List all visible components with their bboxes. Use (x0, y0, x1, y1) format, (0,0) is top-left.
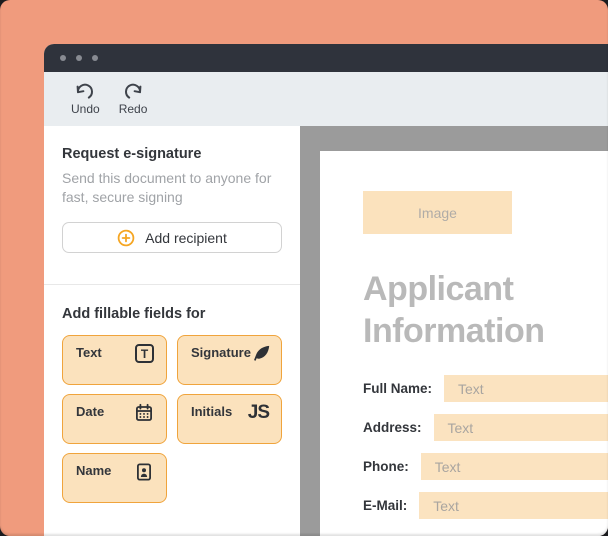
sidebar-description: Send this document to anyone for fast, s… (62, 169, 282, 207)
input-placeholder: Text (435, 459, 461, 475)
sidebar-title: Request e-signature (62, 146, 282, 162)
input-placeholder: Text (448, 420, 474, 436)
fillable-field-grid: Text T Signature Date (62, 335, 282, 503)
field-button-label: Date (76, 404, 104, 419)
input-placeholder: Text (458, 381, 484, 397)
phone-input[interactable]: Text (421, 453, 608, 480)
full-name-input[interactable]: Text (444, 375, 608, 402)
field-button-label: Signature (191, 345, 251, 360)
window-control-dot[interactable] (92, 55, 98, 61)
field-button-label: Initials (191, 404, 232, 419)
feather-icon (251, 344, 271, 367)
field-button-label: Name (76, 463, 111, 478)
document-canvas: Image Applicant Information Full Name: T… (300, 126, 608, 536)
text-field-icon: T (135, 344, 154, 363)
id-card-icon (134, 462, 154, 485)
field-button-name[interactable]: Name (62, 453, 167, 503)
document-title-line: Applicant (363, 268, 608, 310)
window-control-dot[interactable] (60, 55, 66, 61)
address-input[interactable]: Text (434, 414, 608, 441)
field-button-label: Text (76, 345, 102, 360)
promo-card: Undo Redo Request e-signature Send this … (0, 0, 608, 536)
email-input[interactable]: Text (419, 492, 608, 519)
form-row-phone: Phone: Text (363, 453, 608, 480)
fillable-fields-heading: Add fillable fields for (62, 306, 282, 322)
redo-icon (122, 82, 144, 102)
form-label: Phone: (363, 459, 409, 474)
document-title-line: Information (363, 310, 608, 352)
image-placeholder: Image (363, 191, 512, 234)
initials-preview: JS (248, 403, 269, 422)
add-recipient-button[interactable]: Add recipient (62, 222, 282, 253)
calendar-icon (134, 403, 154, 426)
editor-content: Request e-signature Send this document t… (44, 126, 608, 536)
field-button-date[interactable]: Date (62, 394, 167, 444)
redo-button[interactable]: Redo (119, 82, 148, 116)
document-title: Applicant Information (363, 268, 608, 352)
image-placeholder-label: Image (418, 205, 457, 221)
document-form: Full Name: Text Address: Text (363, 375, 608, 519)
window-titlebar (44, 44, 608, 72)
form-label: Full Name: (363, 381, 432, 396)
editor-window: Undo Redo Request e-signature Send this … (44, 44, 608, 536)
sidebar: Request e-signature Send this document t… (44, 126, 300, 536)
input-placeholder: Text (433, 498, 459, 514)
undo-icon (74, 82, 96, 102)
plus-circle-icon (117, 229, 135, 247)
field-button-text[interactable]: Text T (62, 335, 167, 385)
undo-label: Undo (71, 102, 100, 116)
document-page: Image Applicant Information Full Name: T… (320, 151, 608, 536)
sidebar-divider (44, 284, 300, 285)
undo-button[interactable]: Undo (71, 82, 100, 116)
form-row-email: E-Mail: Text (363, 492, 608, 519)
toolbar: Undo Redo (44, 72, 608, 126)
field-button-signature[interactable]: Signature (177, 335, 282, 385)
form-row-address: Address: Text (363, 414, 608, 441)
form-label: Address: (363, 420, 422, 435)
field-button-initials[interactable]: Initials JS (177, 394, 282, 444)
add-recipient-label: Add recipient (145, 230, 227, 246)
redo-label: Redo (119, 102, 148, 116)
window-control-dot[interactable] (76, 55, 82, 61)
form-label: E-Mail: (363, 498, 407, 513)
form-row-full-name: Full Name: Text (363, 375, 608, 402)
